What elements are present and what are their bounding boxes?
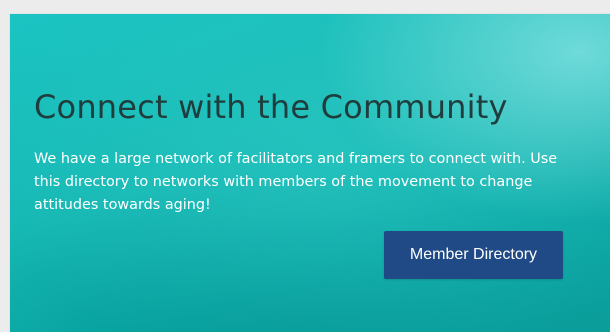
member-directory-button[interactable]: Member Directory — [384, 231, 563, 279]
page-background: Connect with the Community We have a lar… — [0, 0, 610, 332]
hero-description: We have a large network of facilitators … — [34, 151, 558, 213]
community-hero-panel: Connect with the Community We have a lar… — [10, 14, 610, 332]
hero-title: Connect with the Community — [34, 88, 508, 126]
